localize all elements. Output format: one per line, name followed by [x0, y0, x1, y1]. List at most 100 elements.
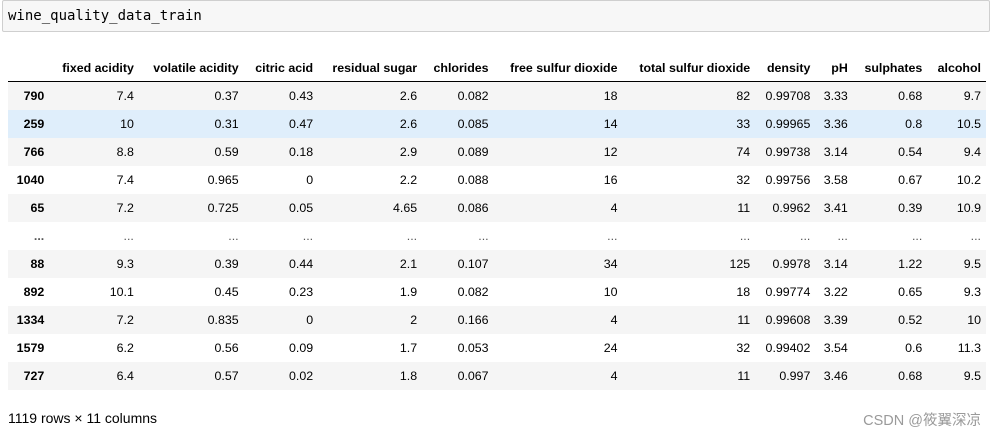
table-cell: 0.57 — [214, 369, 239, 383]
table-cell: ... — [739, 229, 751, 243]
column-header: residual sugar — [318, 54, 423, 82]
table-cell: 11 — [737, 201, 751, 215]
table-cell: 0 — [306, 173, 314, 187]
table-cell: ... — [800, 229, 811, 243]
table-cell: 0.99774 — [765, 285, 811, 299]
table-body: 790 7.4 0.37 0.43 2.6 0.082 18 82 0.99708 3.33 0.6… — [8, 81, 986, 390]
table-cell: 0.37 — [214, 89, 239, 103]
code-text[interactable]: wine_quality_data_train — [8, 8, 202, 24]
table-cell: ... — [970, 229, 981, 243]
column-header: volatile acidity — [138, 54, 244, 82]
column-header: free sulfur dioxide — [493, 54, 623, 82]
table-cell: 1.7 — [399, 341, 418, 355]
table-cell: 3.22 — [823, 285, 848, 299]
table-cell: 8.8 — [116, 145, 134, 159]
table-cell: 34 — [603, 257, 618, 271]
table-cell: 82 — [736, 89, 751, 103]
table-cell: 0.65 — [898, 285, 923, 299]
table-cell: ... — [123, 229, 134, 243]
table-cell: 0.44 — [289, 257, 314, 271]
table-cell: ... — [228, 229, 239, 243]
table-cell: 10.9 — [956, 201, 981, 215]
table-cell: 3.54 — [823, 341, 848, 355]
table-cell: 7.4 — [116, 173, 134, 187]
table-cell: 0.088 — [457, 173, 489, 187]
dataframe-table: fixed acidity volatile acidity citric acid… — [8, 54, 986, 390]
table-cell: 0 — [306, 313, 314, 327]
table-cell: 10.1 — [109, 285, 134, 299]
table-row: 259 10 0.31 0.47 2.6 0.085 14 33 0.99965 3.36 0.8 1… — [8, 110, 986, 138]
row-index: 727 — [23, 369, 45, 383]
table-cell: 0.99965 — [765, 117, 811, 131]
table-cell: 10 — [603, 285, 618, 299]
table-cell: 0.9962 — [772, 201, 811, 215]
table-cell: 0.99756 — [765, 173, 811, 187]
table-cell: 0.31 — [214, 117, 239, 131]
column-header: pH — [815, 54, 853, 82]
table-cell: 3.58 — [823, 173, 848, 187]
table-cell: 0.997 — [779, 369, 811, 383]
table-cell: 10.2 — [956, 173, 981, 187]
table-cell: 0.45 — [214, 285, 239, 299]
table-cell: 7.2 — [116, 313, 134, 327]
table-cell: 9.4 — [963, 145, 981, 159]
table-cell: 0.082 — [457, 285, 489, 299]
header-row: fixed acidity volatile acidity citric acid… — [8, 54, 986, 82]
row-index: 766 — [23, 145, 45, 159]
row-index: 88 — [30, 257, 45, 271]
table-cell: 10.5 — [956, 117, 981, 131]
table-row: 65 7.2 0.725 0.05 4.65 0.086 4 11 0.9962 3.41 0.39… — [8, 194, 986, 222]
table-cell: 3.41 — [823, 201, 848, 215]
table-cell: 0.107 — [457, 257, 489, 271]
table-cell: 0.725 — [207, 201, 239, 215]
table-cell: 0.18 — [289, 145, 314, 159]
table-cell: 0.99608 — [765, 313, 811, 327]
table-cell: 0.053 — [457, 341, 489, 355]
row-index: 259 — [23, 117, 45, 131]
table-cell: 16 — [603, 173, 618, 187]
notebook-output: wine_quality_data_train fixed acidity vol… — [0, 0, 993, 437]
table-cell: 12 — [603, 145, 618, 159]
code-input-cell[interactable]: wine_quality_data_train — [2, 0, 990, 32]
table-cell: ... — [406, 229, 418, 243]
table-cell: 9.5 — [963, 257, 981, 271]
table-cell: 11 — [737, 313, 751, 327]
table-cell: 0.56 — [214, 341, 239, 355]
table-cell: 1.22 — [898, 257, 923, 271]
column-header: alcohol — [927, 54, 986, 82]
column-header: density — [755, 54, 816, 82]
table-cell: 11.3 — [957, 341, 981, 355]
row-index: 1040 — [16, 173, 45, 187]
table-cell: 0.089 — [457, 145, 489, 159]
table-cell: 14 — [603, 117, 618, 131]
table-cell: 0.835 — [207, 313, 239, 327]
table-cell: 0.52 — [898, 313, 923, 327]
table-cell: 3.46 — [823, 369, 848, 383]
table-cell: 4 — [610, 369, 618, 383]
table-row: 790 7.4 0.37 0.43 2.6 0.082 18 82 0.99708 3.33 0.6… — [8, 81, 986, 110]
table-cell: 33 — [736, 117, 751, 131]
table-cell: 0.02 — [289, 369, 314, 383]
row-index: 1579 — [16, 341, 45, 355]
index-header — [8, 54, 50, 82]
table-row: 88 9.3 0.39 0.44 2.1 0.107 34 125 0.9978 3.14 1.22… — [8, 250, 986, 278]
table-cell: 10 — [120, 117, 134, 131]
table-cell: 0.085 — [457, 117, 489, 131]
table-cell: 2.1 — [399, 257, 418, 271]
table-cell: 74 — [736, 145, 751, 159]
table-cell: 0.99402 — [765, 341, 811, 355]
table-cell: 11 — [737, 369, 751, 383]
row-index: 892 — [23, 285, 45, 299]
table-cell: 3.39 — [823, 313, 848, 327]
table-cell: ... — [837, 229, 848, 243]
table-cell: 125 — [729, 257, 751, 271]
table-cell: 18 — [603, 89, 618, 103]
table-cell: 0.086 — [457, 201, 489, 215]
table-cell: 6.4 — [116, 369, 134, 383]
row-index: ... — [33, 229, 45, 243]
table-row: 766 8.8 0.59 0.18 2.9 0.089 12 74 0.99738 3.14 0.5… — [8, 138, 986, 166]
table-cell: 3.14 — [823, 257, 848, 271]
column-header: total sulfur dioxide — [622, 54, 756, 82]
table-cell: 0.43 — [289, 89, 314, 103]
table-header: fixed acidity volatile acidity citric acid… — [8, 54, 986, 82]
